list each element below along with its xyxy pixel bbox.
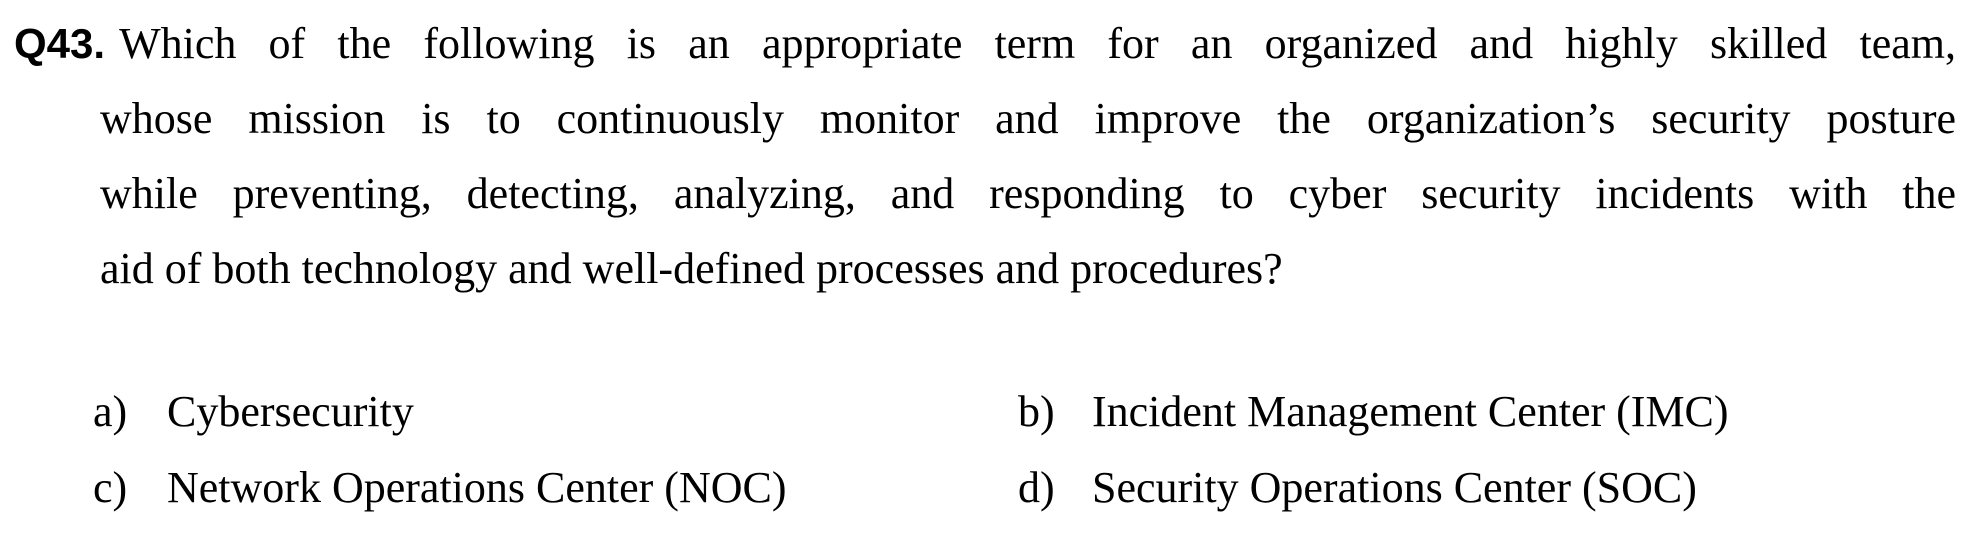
question-line-3: while preventing, detecting, analyzing, … [14, 156, 1956, 231]
question-text-line-4: aid of both technology and well-defined … [100, 244, 1283, 293]
option-d-text: Security Operations Center (SOC) [1092, 463, 1697, 512]
option-c-letter: c) [93, 463, 128, 512]
option-a-text: Cybersecurity [167, 387, 414, 436]
quiz-page: Q43. Which of the following is an appropr… [0, 0, 1966, 534]
question-text-line-2: whose mission is to continuously monitor… [100, 94, 1956, 143]
question-block: Q43. Which of the following is an appropr… [14, 6, 1956, 306]
question-number: Q43. [14, 20, 106, 67]
question-text-line-3: while preventing, detecting, analyzing, … [100, 169, 1956, 218]
question-text-line-1: Which of the following is an appropriate… [119, 19, 1956, 68]
question-line-1: Q43. Which of the following is an appropr… [14, 6, 1956, 81]
option-a-letter: a) [93, 387, 128, 436]
option-b-letter: b) [1018, 387, 1055, 436]
option-c-text: Network Operations Center (NOC) [167, 463, 787, 512]
option-d-letter: d) [1018, 463, 1055, 512]
question-line-2: whose mission is to continuously monitor… [14, 81, 1956, 156]
option-b-text: Incident Management Center (IMC) [1092, 387, 1729, 436]
question-line-4: aid of both technology and well-defined … [14, 231, 1956, 306]
